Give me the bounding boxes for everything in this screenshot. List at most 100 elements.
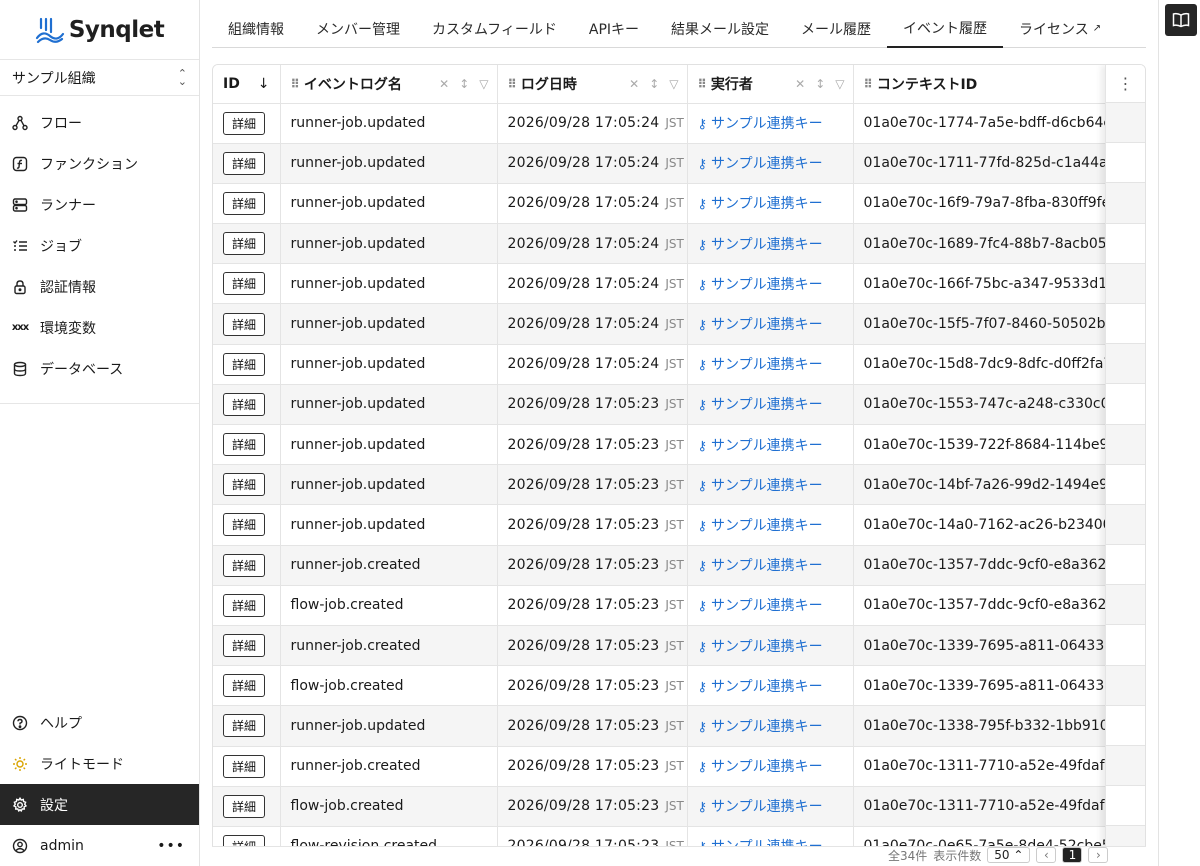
sidebar-item-credentials[interactable]: 認証情報 bbox=[0, 266, 199, 307]
actor-link[interactable]: ⚷サンプル連携キー bbox=[698, 799, 823, 815]
sidebar-item-function[interactable]: ファンクション bbox=[0, 143, 199, 184]
tab-api-keys[interactable]: APIキー bbox=[573, 10, 655, 47]
filter-icon[interactable]: ▽ bbox=[669, 77, 678, 91]
tab-result-mail[interactable]: 結果メール設定 bbox=[655, 10, 785, 47]
prev-page-button[interactable]: ‹ bbox=[1036, 847, 1057, 863]
filter-icon[interactable]: ▽ bbox=[835, 77, 844, 91]
table-row[interactable]: 詳細 runner-job.created 2026/09/28 17:05:23 J… bbox=[213, 545, 1145, 586]
detail-button[interactable]: 詳細 bbox=[223, 634, 266, 658]
detail-button[interactable]: 詳細 bbox=[223, 473, 266, 497]
sort-icon[interactable]: ↕ bbox=[459, 77, 469, 91]
more-icon[interactable]: ••• bbox=[157, 838, 185, 854]
drag-handle-icon[interactable]: ⠿ bbox=[698, 77, 707, 91]
actor-link[interactable]: ⚷サンプル連携キー bbox=[698, 156, 823, 172]
actor-link[interactable]: ⚷サンプル連携キー bbox=[698, 679, 823, 695]
table-row[interactable]: 詳細 runner-job.updated 2026/09/28 17:05:24 J… bbox=[213, 263, 1145, 305]
table-row[interactable]: 詳細 runner-job.updated 2026/09/28 17:05:24 J… bbox=[213, 223, 1145, 265]
sidebar-item-database[interactable]: データベース bbox=[0, 348, 199, 389]
detail-button[interactable]: 詳細 bbox=[223, 593, 266, 617]
actor-link[interactable]: ⚷サンプル連携キー bbox=[698, 277, 823, 293]
tab-custom-fields[interactable]: カスタムフィールド bbox=[416, 10, 573, 47]
column-header-context[interactable]: ⠿ コンテキストID bbox=[853, 65, 1145, 104]
clear-icon[interactable]: ✕ bbox=[439, 77, 449, 91]
tab-mail-history[interactable]: メール履歴 bbox=[785, 10, 887, 47]
detail-button[interactable]: 詳細 bbox=[223, 232, 266, 256]
detail-button[interactable]: 詳細 bbox=[223, 513, 266, 537]
sidebar-item-light-mode[interactable]: ライトモード bbox=[0, 743, 199, 784]
column-header-date[interactable]: ⠿ ログ日時 ✕ ↕ ▽ bbox=[497, 65, 688, 104]
detail-button[interactable]: 詳細 bbox=[223, 151, 266, 175]
sidebar-item-runner[interactable]: ランナー bbox=[0, 184, 199, 225]
table-row[interactable]: 詳細 runner-job.updated 2026/09/28 17:05:23 J… bbox=[213, 424, 1145, 466]
detail-button[interactable]: 詳細 bbox=[223, 754, 266, 778]
page-button[interactable]: 1 bbox=[1062, 847, 1083, 863]
actor-link[interactable]: ⚷サンプル連携キー bbox=[698, 237, 823, 253]
table-row[interactable]: 詳細 runner-job.created 2026/09/28 17:05:23 J… bbox=[213, 746, 1145, 787]
sort-icon[interactable]: ↕ bbox=[649, 77, 659, 91]
detail-button[interactable]: 詳細 bbox=[223, 392, 266, 416]
sidebar-item-job[interactable]: ジョブ bbox=[0, 225, 199, 266]
tab-event-history[interactable]: イベント履歴 bbox=[887, 10, 1004, 48]
detail-button[interactable]: 詳細 bbox=[223, 312, 266, 336]
tab-members[interactable]: メンバー管理 bbox=[300, 10, 416, 47]
table-row[interactable]: 詳細 runner-job.updated 2026/09/28 17:05:23 J… bbox=[213, 384, 1145, 426]
table-row[interactable]: 詳細 runner-job.updated 2026/09/28 17:05:24 J… bbox=[213, 303, 1145, 345]
sidebar-item-flow[interactable]: フロー bbox=[0, 102, 199, 143]
actor-link[interactable]: ⚷サンプル連携キー bbox=[698, 116, 823, 132]
detail-button[interactable]: 詳細 bbox=[223, 272, 266, 296]
actor-link[interactable]: ⚷サンプル連携キー bbox=[698, 719, 823, 735]
detail-button[interactable]: 詳細 bbox=[223, 111, 266, 135]
column-header-event[interactable]: ⠿ イベントログ名 ✕ ↕ ▽ bbox=[280, 65, 498, 104]
column-menu-icon[interactable]: ⋮ bbox=[1106, 65, 1145, 103]
sort-icon[interactable]: ↕ bbox=[815, 77, 825, 91]
detail-button[interactable]: 詳細 bbox=[223, 352, 266, 376]
actor-link[interactable]: ⚷サンプル連携キー bbox=[698, 438, 823, 454]
docs-button[interactable] bbox=[1165, 4, 1197, 36]
table-row[interactable]: 詳細 flow-job.created 2026/09/28 17:05:23 JST… bbox=[213, 665, 1145, 707]
actor-link[interactable]: ⚷サンプル連携キー bbox=[698, 397, 823, 413]
table-row[interactable]: 詳細 runner-job.updated 2026/09/28 17:05:24 J… bbox=[213, 103, 1145, 144]
table-row[interactable]: 詳細 runner-job.updated 2026/09/28 17:05:24 J… bbox=[213, 143, 1145, 184]
table-row[interactable]: 詳細 runner-job.updated 2026/09/28 17:05:23 J… bbox=[213, 705, 1145, 747]
clear-icon[interactable]: ✕ bbox=[629, 77, 639, 91]
table-row[interactable]: 詳細 runner-job.updated 2026/09/28 17:05:24 J… bbox=[213, 183, 1145, 225]
table-row[interactable]: 詳細 flow-job.created 2026/09/28 17:05:23 JST… bbox=[213, 786, 1145, 827]
actor-link[interactable]: ⚷サンプル連携キー bbox=[698, 518, 823, 534]
actor-link[interactable]: ⚷サンプル連携キー bbox=[698, 478, 823, 494]
actor-link[interactable]: ⚷サンプル連携キー bbox=[698, 639, 823, 655]
sidebar-item-user[interactable]: admin ••• bbox=[0, 825, 199, 866]
sort-desc-icon[interactable]: ↓ bbox=[258, 76, 270, 92]
actor-link[interactable]: ⚷サンプル連携キー bbox=[698, 558, 823, 574]
actor-link[interactable]: ⚷サンプル連携キー bbox=[698, 357, 823, 373]
next-page-button[interactable]: › bbox=[1088, 847, 1109, 863]
sidebar-item-settings[interactable]: 設定 bbox=[0, 784, 199, 825]
table-row[interactable]: 詳細 runner-job.created 2026/09/28 17:05:23 J… bbox=[213, 625, 1145, 667]
actor-link[interactable]: ⚷サンプル連携キー bbox=[698, 196, 823, 212]
detail-button[interactable]: 詳細 bbox=[223, 674, 266, 698]
clear-icon[interactable]: ✕ bbox=[795, 77, 805, 91]
column-header-id[interactable]: ID ↓ bbox=[213, 65, 281, 104]
table-row[interactable]: 詳細 runner-job.updated 2026/09/28 17:05:24 J… bbox=[213, 344, 1145, 385]
filter-icon[interactable]: ▽ bbox=[479, 77, 488, 91]
table-row[interactable]: 詳細 runner-job.updated 2026/09/28 17:05:23 J… bbox=[213, 504, 1145, 546]
actor-link[interactable]: ⚷サンプル連携キー bbox=[698, 317, 823, 333]
tab-license[interactable]: ライセンス ↗ bbox=[1003, 10, 1117, 47]
detail-button[interactable]: 詳細 bbox=[223, 794, 266, 818]
detail-button[interactable]: 詳細 bbox=[223, 433, 266, 457]
actor-link[interactable]: ⚷サンプル連携キー bbox=[698, 598, 823, 614]
brand-logo[interactable]: Synqlet bbox=[0, 0, 199, 60]
drag-handle-icon[interactable]: ⠿ bbox=[508, 77, 517, 91]
table-row[interactable]: 詳細 runner-job.updated 2026/09/28 17:05:23 J… bbox=[213, 464, 1145, 506]
drag-handle-icon[interactable]: ⠿ bbox=[291, 77, 300, 91]
column-header-actor[interactable]: ⠿ 実行者 ✕ ↕ ▽ bbox=[687, 65, 854, 104]
detail-button[interactable]: 詳細 bbox=[223, 714, 266, 738]
page-size-select[interactable]: 50 ⌃ bbox=[987, 847, 1031, 863]
drag-handle-icon[interactable]: ⠿ bbox=[864, 77, 873, 91]
sidebar-item-env-vars[interactable]: xxx 環境変数 bbox=[0, 307, 199, 348]
table-row[interactable]: 詳細 flow-job.created 2026/09/28 17:05:23 JST… bbox=[213, 585, 1145, 626]
detail-button[interactable]: 詳細 bbox=[223, 191, 266, 215]
detail-button[interactable]: 詳細 bbox=[223, 553, 266, 577]
sidebar-item-help[interactable]: ヘルプ bbox=[0, 702, 199, 743]
tab-org-info[interactable]: 組織情報 bbox=[212, 10, 300, 47]
org-selector[interactable]: サンプル組織 ⌃ ⌄ bbox=[0, 60, 199, 96]
